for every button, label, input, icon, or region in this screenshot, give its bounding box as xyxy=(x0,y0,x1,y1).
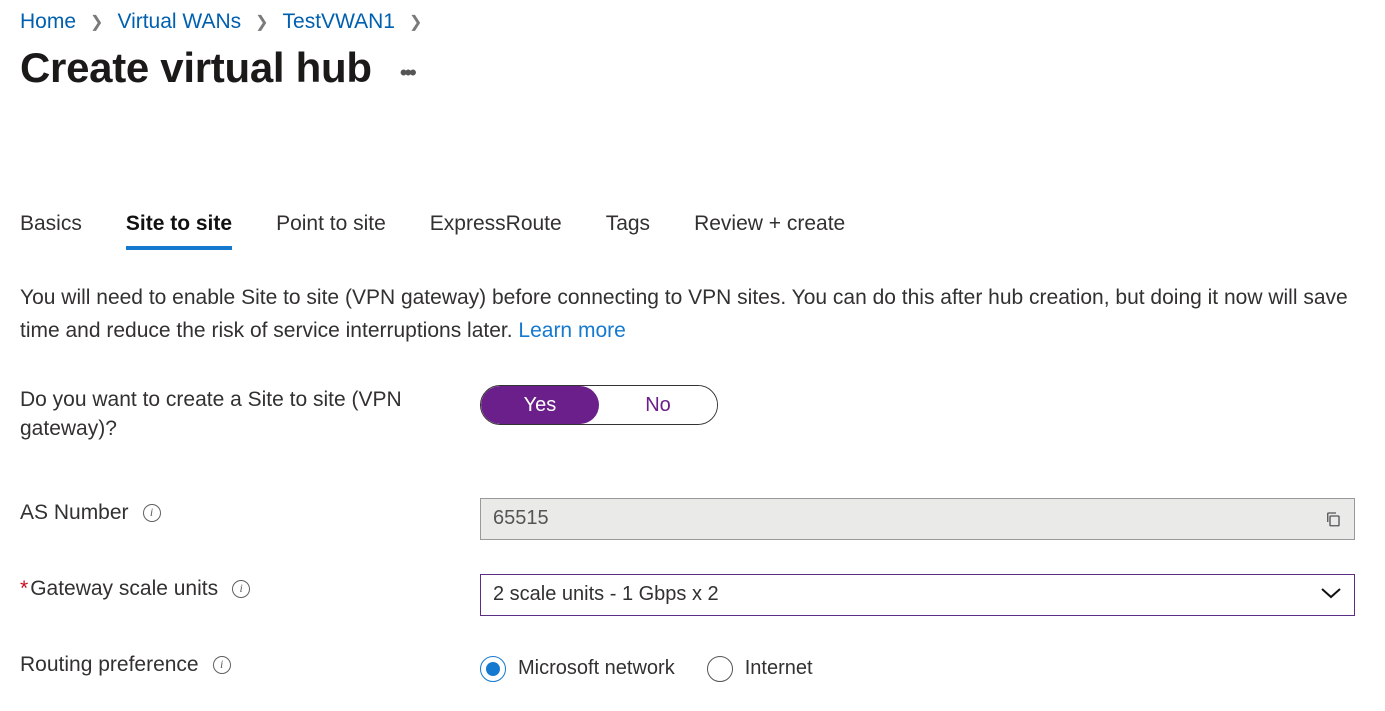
breadcrumb-virtual-wans[interactable]: Virtual WANs xyxy=(117,10,241,34)
toggle-yes[interactable]: Yes xyxy=(481,386,599,424)
control-as-number: 65515 xyxy=(480,498,1355,540)
info-icon[interactable]: i xyxy=(232,580,250,598)
label-create-gateway: Do you want to create a Site to site (VP… xyxy=(20,385,480,444)
chevron-right-icon: ❯ xyxy=(409,12,422,32)
tabs: Basics Site to site Point to site Expres… xyxy=(20,212,1355,250)
tab-description: You will need to enable Site to site (VP… xyxy=(20,282,1350,347)
label-routing-preference: Routing preference i xyxy=(20,650,480,679)
row-gateway-scale: *Gateway scale units i 2 scale units - 1… xyxy=(20,574,1355,616)
toggle-create-gateway[interactable]: Yes No xyxy=(480,385,718,425)
info-icon[interactable]: i xyxy=(213,656,231,674)
chevron-right-icon: ❯ xyxy=(90,12,103,32)
as-number-field: 65515 xyxy=(480,498,1355,540)
gateway-scale-select[interactable]: 2 scale units - 1 Gbps x 2 xyxy=(480,574,1355,616)
control-routing-preference: Microsoft network Internet xyxy=(480,650,1355,682)
breadcrumb: Home ❯ Virtual WANs ❯ TestVWAN1 ❯ xyxy=(20,0,1355,34)
gateway-scale-value: 2 scale units - 1 Gbps x 2 xyxy=(493,583,719,606)
radio-label: Internet xyxy=(745,657,813,680)
tab-review-create[interactable]: Review + create xyxy=(694,212,845,250)
label-gateway-scale: *Gateway scale units i xyxy=(20,574,480,603)
tab-point-to-site[interactable]: Point to site xyxy=(276,212,386,250)
label-text: Do you want to create a Site to site (VP… xyxy=(20,385,480,444)
tab-expressroute[interactable]: ExpressRoute xyxy=(430,212,562,250)
page-title-row: Create virtual hub ••• xyxy=(20,44,1355,92)
label-as-number: AS Number i xyxy=(20,498,480,527)
as-number-value: 65515 xyxy=(493,507,549,530)
label-text: *Gateway scale units xyxy=(20,574,218,603)
row-as-number: AS Number i 65515 xyxy=(20,498,1355,540)
tab-basics[interactable]: Basics xyxy=(20,212,82,250)
learn-more-link[interactable]: Learn more xyxy=(518,319,625,342)
routing-radio-group: Microsoft network Internet xyxy=(480,656,1355,682)
chevron-down-icon xyxy=(1320,584,1342,605)
control-gateway-scale: 2 scale units - 1 Gbps x 2 xyxy=(480,574,1355,616)
row-create-gateway: Do you want to create a Site to site (VP… xyxy=(20,385,1355,444)
breadcrumb-vwan-name[interactable]: TestVWAN1 xyxy=(283,10,395,34)
radio-internet[interactable]: Internet xyxy=(707,656,813,682)
tab-tags[interactable]: Tags xyxy=(606,212,650,250)
description-text: You will need to enable Site to site (VP… xyxy=(20,286,1348,342)
required-marker: * xyxy=(20,577,28,600)
radio-icon xyxy=(480,656,506,682)
control-create-gateway: Yes No xyxy=(480,385,1355,425)
page-title: Create virtual hub xyxy=(20,44,372,92)
row-routing-preference: Routing preference i Microsoft network I… xyxy=(20,650,1355,682)
copy-icon[interactable] xyxy=(1324,510,1342,528)
radio-label: Microsoft network xyxy=(518,657,675,680)
breadcrumb-home[interactable]: Home xyxy=(20,10,76,34)
info-icon[interactable]: i xyxy=(143,504,161,522)
radio-icon xyxy=(707,656,733,682)
radio-microsoft-network[interactable]: Microsoft network xyxy=(480,656,675,682)
toggle-no[interactable]: No xyxy=(599,386,717,424)
label-text: AS Number xyxy=(20,498,129,527)
label-text: Routing preference xyxy=(20,650,199,679)
tab-site-to-site[interactable]: Site to site xyxy=(126,212,232,250)
more-icon[interactable]: ••• xyxy=(400,50,414,86)
chevron-right-icon: ❯ xyxy=(255,12,268,32)
